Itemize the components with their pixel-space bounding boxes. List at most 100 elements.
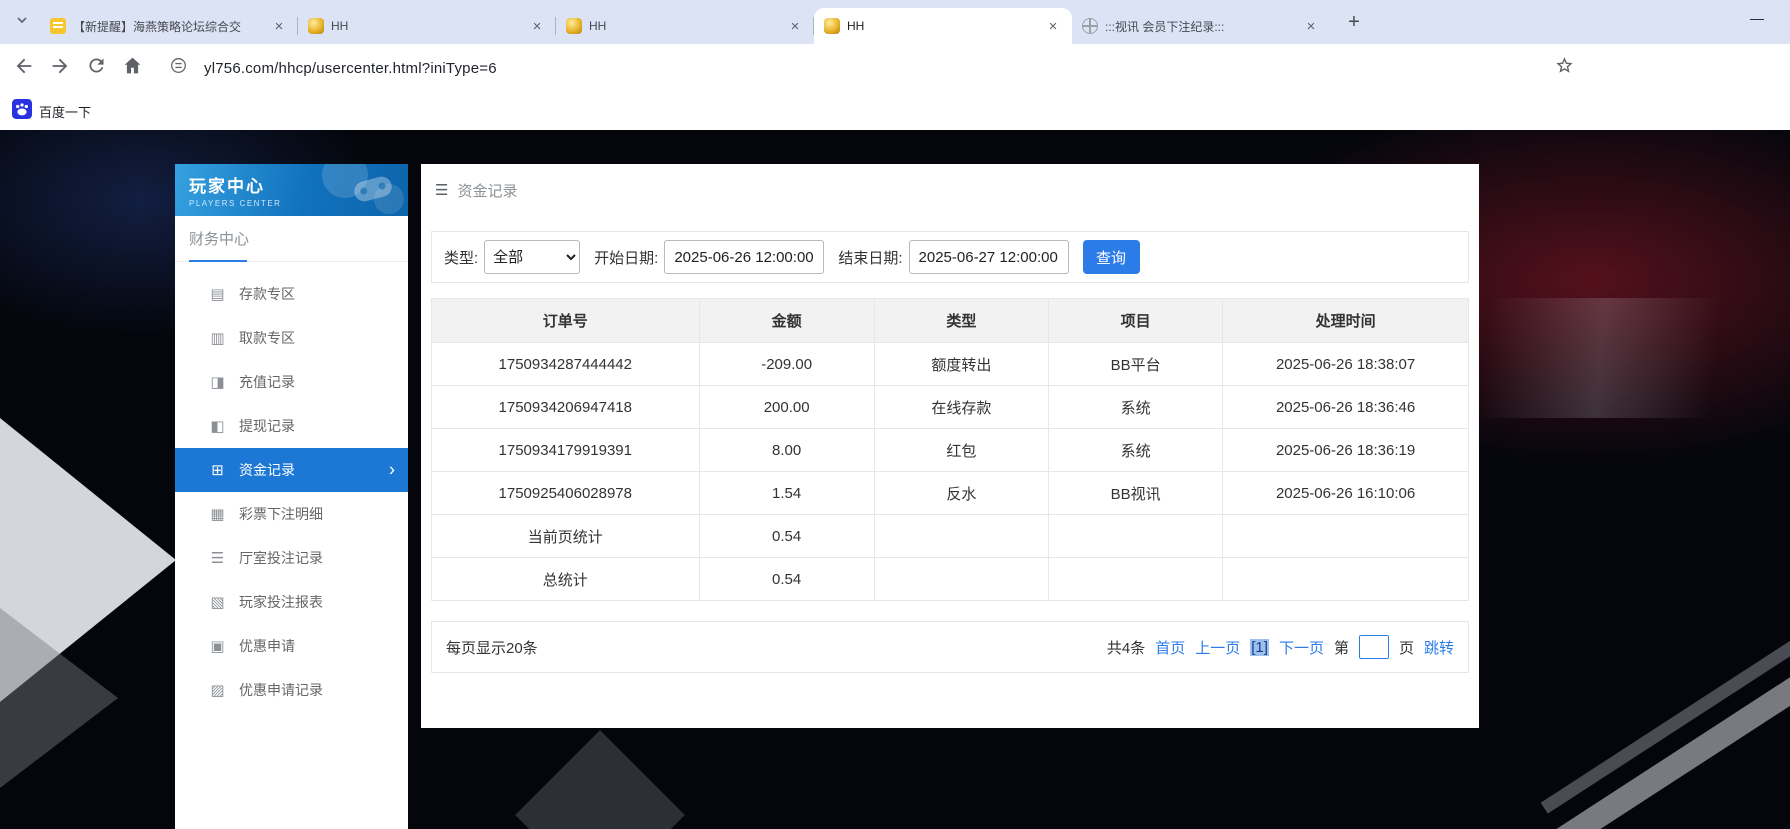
sidebar-item-label: 资金记录	[239, 460, 295, 480]
cell-process-time: 2025-06-26 18:36:19	[1223, 429, 1469, 472]
start-date-label: 开始日期:	[594, 247, 658, 268]
cell-type: 红包	[874, 429, 1048, 472]
promo-apply-record-icon: ▨	[209, 681, 226, 699]
table-row: 1750934287444442 -209.00 额度转出 BB平台 2025-…	[432, 343, 1469, 386]
browser-tab-1[interactable]: 【新提醒】海燕策略论坛综合交 ×	[40, 8, 298, 44]
address-bar[interactable]: yl756.com/hhcp/usercenter.html?iniType=6	[204, 60, 497, 77]
sidebar-item-promo-apply[interactable]: ▣ 优惠申请	[175, 624, 408, 668]
sidebar-item-lottery-bet-detail[interactable]: ▦ 彩票下注明细	[175, 492, 408, 536]
sidebar-item-player-bet-report[interactable]: ▧ 玩家投注报表	[175, 580, 408, 624]
globe-favicon-icon	[1082, 18, 1098, 34]
forward-arrow-icon	[49, 55, 71, 82]
filter-bar: 类型: 全部 开始日期: 结束日期: 查询	[431, 231, 1469, 283]
cell-amount: 200.00	[699, 386, 874, 429]
tab-title: :::视讯 会员下注纪录:::	[1105, 18, 1295, 35]
sidebar-item-label: 彩票下注明细	[239, 504, 323, 524]
sidebar-header: 玩家中心 PLAYERS CENTER	[175, 164, 408, 216]
window-minimize-button[interactable]: —	[1750, 10, 1764, 26]
sidebar-item-label: 取款专区	[239, 328, 295, 348]
query-button[interactable]: 查询	[1083, 240, 1140, 274]
cell-amount: 8.00	[699, 429, 874, 472]
tab-strip: 【新提醒】海燕策略论坛综合交 × HH × HH × HH × :::视讯 会员…	[0, 0, 1790, 44]
gold-favicon-icon	[824, 18, 840, 34]
cell-project: BB视讯	[1048, 472, 1222, 515]
panel-header: ☰ 资金记录	[431, 164, 1469, 216]
table-header-row: 订单号 金额 类型 项目 处理时间	[432, 299, 1469, 343]
home-icon	[122, 55, 143, 81]
end-date-label: 结束日期:	[838, 247, 902, 268]
promo-apply-icon: ▣	[209, 637, 226, 655]
cell-empty	[874, 515, 1048, 558]
star-icon	[1554, 55, 1575, 81]
home-button[interactable]	[114, 50, 150, 86]
col-process-time: 处理时间	[1223, 299, 1469, 343]
first-page-link[interactable]: 首页	[1155, 637, 1185, 658]
close-icon[interactable]: ×	[270, 17, 288, 35]
cell-order-no: 1750925406028978	[432, 472, 700, 515]
close-icon[interactable]: ×	[1302, 17, 1320, 35]
col-amount: 金额	[699, 299, 874, 343]
bookmark-baidu[interactable]: 百度一下	[12, 99, 91, 124]
end-date-input[interactable]	[909, 240, 1069, 274]
sidebar-item-withdrawal-record[interactable]: ◧ 提现记录	[175, 404, 408, 448]
browser-tab-3[interactable]: HH ×	[556, 8, 814, 44]
menu-icon: ☰	[435, 181, 448, 199]
sidebar-item-deposit-zone[interactable]: ▤ 存款专区	[175, 272, 408, 316]
sidebar-item-label: 优惠申请	[239, 636, 295, 656]
chevron-down-icon	[16, 13, 28, 31]
chevron-right-icon: ›	[389, 460, 395, 481]
forward-button[interactable]	[42, 50, 78, 86]
cell-process-time: 2025-06-26 18:36:46	[1223, 386, 1469, 429]
table-row: 1750925406028978 1.54 反水 BB视讯 2025-06-26…	[432, 472, 1469, 515]
gold-favicon-icon	[308, 18, 324, 34]
cell-project: 系统	[1048, 429, 1222, 472]
funds-record-table: 订单号 金额 类型 项目 处理时间 1750934287444442 -209.…	[431, 298, 1469, 601]
funds-record-panel: ☰ 资金记录 类型: 全部 开始日期: 结束日期: 查询 订单号 金额 类型 项…	[421, 164, 1479, 728]
page-background: 玩家中心 PLAYERS CENTER 财务中心 ▤ 存款专区 ▥ 取款专区 ◨…	[0, 130, 1790, 829]
tab-search-button[interactable]	[8, 8, 36, 36]
withdraw-zone-icon: ▥	[209, 329, 226, 347]
sidebar-item-label: 充值记录	[239, 372, 295, 392]
page-jump-input[interactable]	[1359, 635, 1389, 659]
close-icon[interactable]: ×	[1044, 17, 1062, 35]
sidebar-menu: ▤ 存款专区 ▥ 取款专区 ◨ 充值记录 ◧ 提现记录 ⊞ 资金记录 › ▦	[175, 262, 408, 712]
browser-tab-2[interactable]: HH ×	[298, 8, 556, 44]
cell-amount: 0.54	[699, 558, 874, 601]
next-page-link[interactable]: 下一页	[1279, 637, 1324, 658]
table-row-total-summary: 总统计 0.54	[432, 558, 1469, 601]
prev-page-link[interactable]: 上一页	[1195, 637, 1240, 658]
funds-record-icon: ⊞	[209, 461, 226, 479]
type-select[interactable]: 全部	[484, 240, 580, 274]
browser-tab-5[interactable]: :::视讯 会员下注纪录::: ×	[1072, 8, 1330, 44]
start-date-input[interactable]	[664, 240, 824, 274]
close-icon[interactable]: ×	[786, 17, 804, 35]
site-info-button[interactable]	[160, 50, 196, 86]
cell-summary-label: 当前页统计	[432, 515, 700, 558]
sidebar-item-hall-bet-record[interactable]: ☰ 厅室投注记录	[175, 536, 408, 580]
cell-amount: 1.54	[699, 472, 874, 515]
sidebar-item-withdraw-zone[interactable]: ▥ 取款专区	[175, 316, 408, 360]
cell-order-no: 1750934287444442	[432, 343, 700, 386]
close-icon[interactable]: ×	[528, 17, 546, 35]
page-title: 资金记录	[457, 180, 517, 201]
type-label: 类型:	[444, 247, 478, 268]
tab-title: HH	[847, 19, 1037, 33]
doc-favicon-icon	[50, 18, 66, 34]
sidebar-item-recharge-record[interactable]: ◨ 充值记录	[175, 360, 408, 404]
total-count-text: 共4条	[1107, 637, 1145, 658]
jump-link[interactable]: 跳转	[1424, 637, 1454, 658]
new-tab-button[interactable]: +	[1340, 8, 1368, 36]
reload-button[interactable]	[78, 50, 114, 86]
back-button[interactable]	[6, 50, 42, 86]
bookmark-star-button[interactable]	[1546, 50, 1582, 86]
site-info-icon	[169, 56, 188, 80]
sidebar-item-promo-apply-record[interactable]: ▨ 优惠申请记录	[175, 668, 408, 712]
col-project: 项目	[1048, 299, 1222, 343]
cell-empty	[1048, 558, 1222, 601]
sidebar-item-funds-record[interactable]: ⊞ 资金记录 ›	[175, 448, 408, 492]
cell-empty	[1048, 515, 1222, 558]
jump-prefix-text: 第	[1334, 637, 1349, 658]
browser-tab-4-active[interactable]: HH ×	[814, 8, 1072, 44]
col-type: 类型	[874, 299, 1048, 343]
cell-project: 系统	[1048, 386, 1222, 429]
